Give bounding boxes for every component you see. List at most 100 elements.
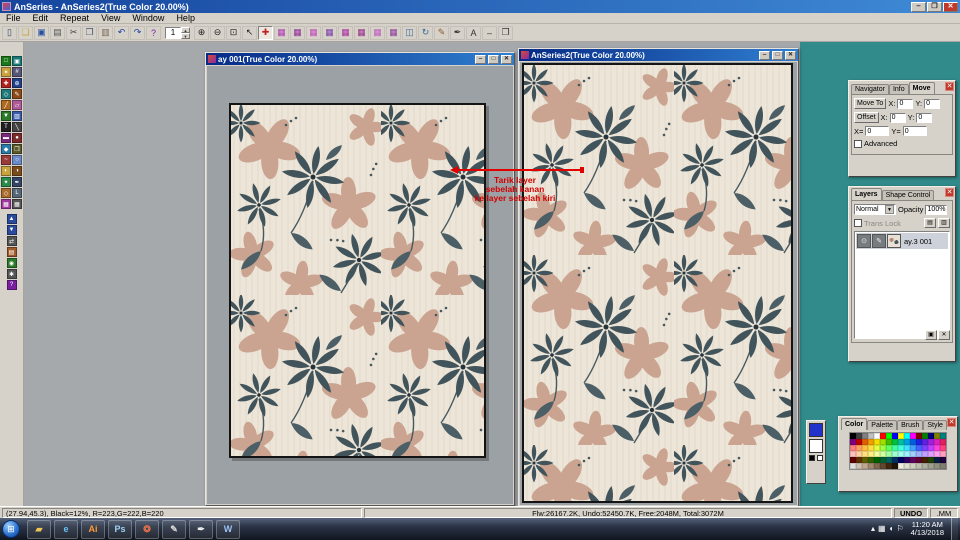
panel-tab[interactable]: Move: [908, 82, 935, 94]
zoom-out-icon[interactable]: ⊖: [210, 25, 225, 40]
minimize-button[interactable]: ‒: [911, 1, 926, 12]
panel-tab[interactable]: Color: [841, 418, 868, 430]
fit-window-icon[interactable]: ⊡: [226, 25, 241, 40]
show-desktop-button[interactable]: [951, 518, 958, 540]
abs-x-input[interactable]: [865, 126, 890, 136]
grid-tool-icon[interactable]: ▦: [12, 199, 22, 209]
copy-icon[interactable]: ❐: [82, 25, 97, 40]
move-y-input[interactable]: [924, 98, 941, 109]
pencil-tool-icon[interactable]: ╱: [1, 100, 11, 110]
doc-minimize-button[interactable]: ‒: [759, 50, 770, 60]
photoshop-icon[interactable]: Ps: [108, 519, 132, 539]
chrome-icon[interactable]: ❂: [135, 519, 159, 539]
word-icon[interactable]: W: [216, 519, 240, 539]
blend-mode-select[interactable]: Normal ▼: [854, 204, 896, 215]
zoom-in-icon[interactable]: ⊕: [194, 25, 209, 40]
volume-icon[interactable]: ◖: [889, 525, 894, 533]
zoom-tool-icon[interactable]: ⊕: [12, 78, 22, 88]
panel-tab[interactable]: Palette: [867, 420, 898, 430]
offset-x-input[interactable]: [889, 112, 906, 123]
repeat-pattern-8-icon[interactable]: ▦: [386, 25, 401, 40]
rect-tool-icon[interactable]: ▬: [1, 133, 11, 143]
measure-tool-icon[interactable]: L: [12, 188, 22, 198]
mini-background-swatch[interactable]: [817, 455, 823, 461]
layer-lock-icon[interactable]: ▤: [924, 218, 936, 228]
print-icon[interactable]: ▤: [50, 25, 65, 40]
menu-item[interactable]: File: [0, 13, 27, 23]
network-icon[interactable]: ⚐: [896, 525, 903, 533]
app-titlebar[interactable]: AnSeries - AnSeries2(True Color 20.00%) …: [0, 0, 960, 13]
line-tool-icon[interactable]: ╲: [12, 122, 22, 132]
rotate-icon[interactable]: ↻: [418, 25, 433, 40]
abs-y-input[interactable]: [902, 126, 927, 136]
restore-button[interactable]: ❐: [927, 1, 942, 12]
panel-close-icon[interactable]: ✕: [945, 82, 954, 91]
panel-close-icon[interactable]: ✕: [947, 418, 956, 427]
repeat-pattern-1-icon[interactable]: ▦: [274, 25, 289, 40]
dodge-tool-icon[interactable]: ◐: [1, 166, 11, 176]
move-to-button[interactable]: Move To: [854, 98, 887, 109]
layer-visibility-eye-icon[interactable]: ⊙: [857, 234, 871, 248]
layer-down-icon[interactable]: ▼: [6, 225, 17, 235]
move-x-input[interactable]: [897, 98, 914, 109]
node-tool-icon[interactable]: ◇: [1, 188, 11, 198]
menu-item[interactable]: Window: [126, 13, 170, 23]
taskbar-clock[interactable]: 11:20 AM 4/13/2018: [907, 521, 948, 537]
pen-app-icon[interactable]: ✒: [189, 519, 213, 539]
panel-tab[interactable]: Info: [888, 84, 909, 94]
repeat-tool-icon[interactable]: ▦: [1, 199, 11, 209]
document-titlebar[interactable]: AnSeries2(True Color 20.00%) ‒ □ ✕: [519, 49, 798, 61]
zoom-input[interactable]: [165, 26, 181, 39]
explorer-icon[interactable]: ▰: [27, 519, 51, 539]
fabric-image-right[interactable]: [522, 63, 793, 503]
doc-close-button[interactable]: ✕: [785, 50, 796, 60]
redo-icon[interactable]: ↷: [130, 25, 145, 40]
paste-icon[interactable]: ▥: [98, 25, 113, 40]
doc-maximize-button[interactable]: □: [772, 50, 783, 60]
repeat-pattern-4-icon[interactable]: ▦: [322, 25, 337, 40]
undo-icon[interactable]: ↶: [114, 25, 129, 40]
select-tool-icon[interactable]: □: [1, 56, 11, 66]
panel-tab[interactable]: Style: [923, 420, 947, 430]
blur-tool-icon[interactable]: ○: [12, 155, 22, 165]
open-icon[interactable]: ❏: [18, 25, 33, 40]
menu-item[interactable]: Help: [170, 13, 201, 23]
layer-row[interactable]: ⊙ ✎ ay.3 001: [856, 233, 948, 249]
child-restore-icon[interactable]: ❐: [498, 25, 513, 40]
eraser-tool-icon[interactable]: ▱: [12, 100, 22, 110]
illustrator-icon[interactable]: Ai: [81, 519, 105, 539]
repeat-pattern-7-icon[interactable]: ▦: [370, 25, 385, 40]
help-tool-icon[interactable]: ?: [6, 280, 17, 290]
text-tool-icon[interactable]: T: [1, 122, 11, 132]
doc-minimize-button[interactable]: ‒: [475, 54, 486, 64]
new-icon[interactable]: ▯: [2, 25, 17, 40]
burn-tool-icon[interactable]: ◑: [12, 166, 22, 176]
background-color-swatch[interactable]: [809, 439, 823, 453]
doc-maximize-button[interactable]: □: [488, 54, 499, 64]
zoom-spin-down-icon[interactable]: ▼: [181, 32, 190, 39]
advanced-checkbox[interactable]: [854, 139, 862, 148]
fill-tool-icon[interactable]: ▼: [1, 111, 11, 121]
trans-lock-checkbox[interactable]: [854, 219, 862, 227]
path-tool-icon[interactable]: ✒: [12, 177, 22, 187]
layer-up-icon[interactable]: ▲: [6, 214, 17, 224]
child-minimize-icon[interactable]: ‒: [482, 25, 497, 40]
mirror-icon[interactable]: ◫: [402, 25, 417, 40]
menu-item[interactable]: Edit: [27, 13, 55, 23]
panel-tab[interactable]: Navigator: [851, 84, 889, 94]
brush-icon[interactable]: ✎: [434, 25, 449, 40]
foreground-color-swatch[interactable]: [809, 423, 823, 437]
start-button[interactable]: ⊞: [2, 520, 20, 538]
save-icon[interactable]: ▣: [34, 25, 49, 40]
brush-tool-icon[interactable]: ✎: [12, 89, 22, 99]
smudge-tool-icon[interactable]: ~: [1, 155, 11, 165]
cut-icon[interactable]: ✂: [66, 25, 81, 40]
layer-paint-icon[interactable]: ✎: [872, 234, 886, 248]
menu-item[interactable]: Repeat: [54, 13, 95, 23]
doc-close-button[interactable]: ✕: [501, 54, 512, 64]
delete-layer-icon[interactable]: ✕: [938, 330, 950, 340]
mini-foreground-swatch[interactable]: [809, 455, 815, 461]
pointer-tool-icon[interactable]: ↖: [242, 25, 257, 40]
palette-icon[interactable]: ▤: [6, 247, 17, 257]
wand-tool-icon[interactable]: ✶: [1, 67, 11, 77]
